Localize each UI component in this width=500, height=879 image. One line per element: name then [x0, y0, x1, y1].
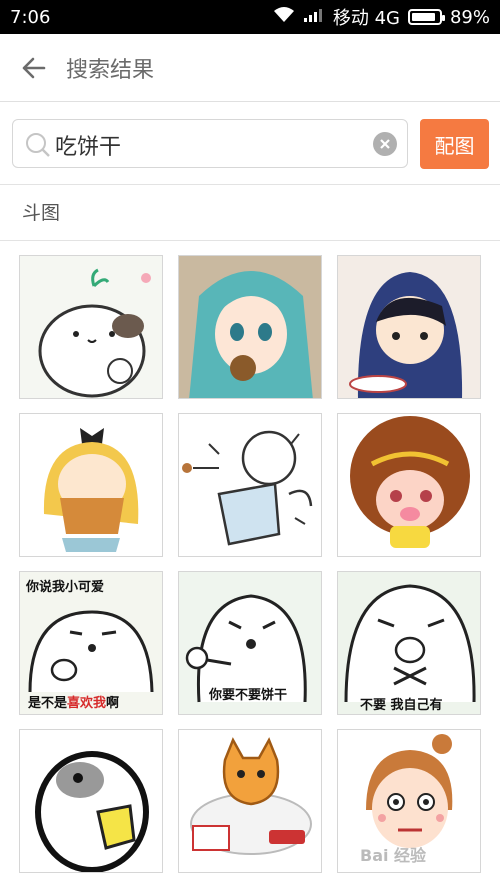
close-icon [380, 139, 390, 149]
sticker-blonde-girl-biscuit[interactable] [19, 413, 163, 557]
wifi-icon [273, 6, 295, 29]
sticker-meme-want-cookie[interactable]: 你要不要饼干 [178, 571, 322, 715]
sticker-meme-cute[interactable]: 你说我小可爱 是不是喜欢我啊 [19, 571, 163, 715]
sticker-caption-bottom: 不要 我自己有 [360, 698, 443, 713]
caption-part-a: 是不是 [28, 696, 68, 711]
sticker-caption-top: 你说我小可爱 [26, 580, 105, 595]
status-time: 7:06 [10, 6, 51, 28]
search-row: 吃饼干 配图 [0, 102, 500, 185]
match-image-button[interactable]: 配图 [420, 119, 489, 169]
search-input[interactable]: 吃饼干 [12, 119, 408, 168]
section-title: 斗图 [22, 202, 61, 224]
clear-button[interactable] [373, 132, 397, 156]
signal-icon [303, 7, 325, 28]
caption-part-b: 喜欢我 [67, 696, 107, 711]
sticker-caption-bottom: 你要不要饼干 [209, 688, 288, 703]
arrow-left-icon [22, 57, 46, 78]
sticker-meme-have-own[interactable]: 不要 我自己有 [337, 571, 481, 715]
status-icons: 移动 4G 89% [273, 4, 490, 30]
sticker-anime-girl-cookie[interactable] [178, 255, 322, 399]
sticker-afro-girl[interactable] [337, 413, 481, 557]
app-header: 搜索结果 [0, 34, 500, 102]
search-query: 吃饼干 [55, 135, 122, 160]
sticker-caption-bottom: 是不是喜欢我啊 [28, 692, 119, 711]
watermark: Bai 经验 [360, 846, 427, 865]
search-icon [26, 133, 50, 157]
section-header: 斗图 [0, 186, 500, 241]
battery-percent: 89% [449, 6, 490, 28]
sticker-baby-eating[interactable] [178, 413, 322, 557]
battery-icon [407, 9, 445, 25]
sticker-orange-cat-cookies[interactable] [178, 729, 322, 873]
sticker-hooded-boy[interactable] [337, 255, 481, 399]
sticker-blob-snack[interactable] [19, 729, 163, 873]
carrier-label: 移动 4G [332, 8, 400, 29]
back-button[interactable] [0, 34, 66, 102]
page-title: 搜索结果 [66, 57, 155, 83]
caption-part-c: 啊 [106, 696, 120, 711]
sticker-cat-with-cookie[interactable] [19, 255, 163, 399]
status-bar: 7:06 移动 4G 89% [0, 0, 500, 34]
